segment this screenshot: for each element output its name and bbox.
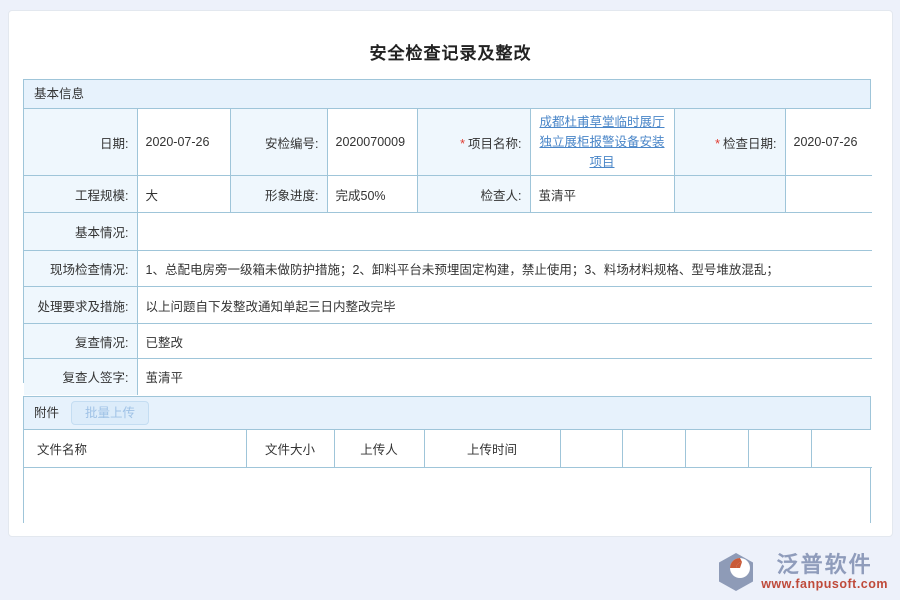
row-site-inspection: 现场检查情况: 1、总配电房旁一级箱未做防护措施；2、卸料平台未预埋固定构建，禁…	[24, 251, 872, 287]
basic-situation-label-cell: 基本情况:	[24, 213, 137, 251]
project-name-link[interactable]: 成都杜甫草堂临时展厅独立展柜报警设备安装项目	[539, 112, 666, 172]
check-date-label-cell: *检查日期:	[674, 109, 785, 176]
review-label-cell: 复查情况:	[24, 324, 137, 359]
attachments-empty-area	[24, 468, 870, 523]
check-date-label: 检查日期:	[723, 137, 776, 151]
row-basic-situation: 基本情况:	[24, 213, 872, 251]
row-scale: 工程规模: 大 形象进度: 完成50% 检查人: 茧清平	[24, 176, 872, 213]
inspector-value-cell: 茧清平	[530, 176, 674, 213]
review-sign-value-cell: 茧清平	[137, 359, 872, 395]
empty-value-cell	[785, 176, 872, 213]
attachments-table: 文件名称 文件大小 上传人 上传时间	[24, 430, 872, 468]
attachments-header-row: 文件名称 文件大小 上传人 上传时间	[24, 430, 872, 467]
review-sign-label-cell: 复查人签字:	[24, 359, 137, 395]
column-uploader: 上传人	[334, 430, 424, 467]
handling-value-cell: 以上问题自下发整改通知单起三日内整改完毕	[137, 287, 872, 324]
basic-info-table: 日期: 2020-07-26 安检编号: 2020070009 *项目名称: 成…	[24, 109, 872, 395]
column-empty	[748, 430, 811, 467]
fanpu-logo-link[interactable]: 泛普软件 www.fanpusoft.com	[716, 552, 888, 592]
project-scale-value-cell: 大	[137, 176, 230, 213]
handling-label-cell: 处理要求及措施:	[24, 287, 137, 324]
batch-upload-button[interactable]: 批量上传	[71, 401, 149, 425]
required-asterisk: *	[460, 137, 465, 151]
project-name-label-cell: *项目名称:	[417, 109, 530, 176]
review-value-cell: 已整改	[137, 324, 872, 359]
fanpu-logo-text: 泛普软件 www.fanpusoft.com	[761, 553, 888, 591]
basic-situation-value-cell	[137, 213, 872, 251]
site-inspection-label-cell: 现场检查情况:	[24, 251, 137, 287]
date-label-cell: 日期:	[24, 109, 137, 176]
content-card: 安全检查记录及整改 基本信息 日期: 2020-07-26 安检编号: 2020…	[8, 10, 893, 537]
basic-info-panel: 基本信息 日期: 2020-07-26 安检编号: 2020070009 *项目…	[23, 79, 871, 383]
fanpu-brand-name: 泛普软件	[777, 553, 873, 577]
project-name-label: 项目名称:	[468, 137, 521, 151]
row-review: 复查情况: 已整改	[24, 324, 872, 359]
project-name-value-cell: 成都杜甫草堂临时展厅独立展柜报警设备安装项目	[530, 109, 674, 176]
column-file-name: 文件名称	[24, 430, 246, 467]
site-inspection-value-cell: 1、总配电房旁一级箱未做防护措施；2、卸料平台未预埋固定构建，禁止使用；3、料场…	[137, 251, 872, 287]
date-value-cell: 2020-07-26	[137, 109, 230, 176]
inspection-no-value-cell: 2020070009	[327, 109, 417, 176]
column-empty	[811, 430, 872, 467]
attachments-panel: 附件 批量上传 文件名称 文件大小 上传人 上传时间	[23, 396, 871, 523]
page: 安全检查记录及整改 基本信息 日期: 2020-07-26 安检编号: 2020…	[0, 0, 900, 600]
row-handling: 处理要求及措施: 以上问题自下发整改通知单起三日内整改完毕	[24, 287, 872, 324]
progress-label-cell: 形象进度:	[230, 176, 327, 213]
column-empty	[685, 430, 748, 467]
row-date: 日期: 2020-07-26 安检编号: 2020070009 *项目名称: 成…	[24, 109, 872, 176]
column-upload-time: 上传时间	[424, 430, 560, 467]
row-review-sign: 复查人签字: 茧清平	[24, 359, 872, 395]
progress-value-cell: 完成50%	[327, 176, 417, 213]
attachments-section-title: 附件	[34, 397, 59, 430]
basic-info-section-title: 基本信息	[24, 80, 870, 109]
column-empty	[622, 430, 685, 467]
required-asterisk: *	[715, 137, 720, 151]
empty-label-cell	[674, 176, 785, 213]
inspection-no-label-cell: 安检编号:	[230, 109, 327, 176]
check-date-value-cell: 2020-07-26	[785, 109, 872, 176]
page-title: 安全检查记录及整改	[9, 39, 892, 64]
inspector-label-cell: 检查人:	[417, 176, 530, 213]
column-empty	[560, 430, 622, 467]
attachments-header: 附件 批量上传	[24, 397, 870, 430]
fanpu-logo-icon	[716, 552, 756, 592]
fanpu-website-url: www.fanpusoft.com	[761, 577, 888, 591]
project-scale-label-cell: 工程规模:	[24, 176, 137, 213]
column-file-size: 文件大小	[246, 430, 334, 467]
